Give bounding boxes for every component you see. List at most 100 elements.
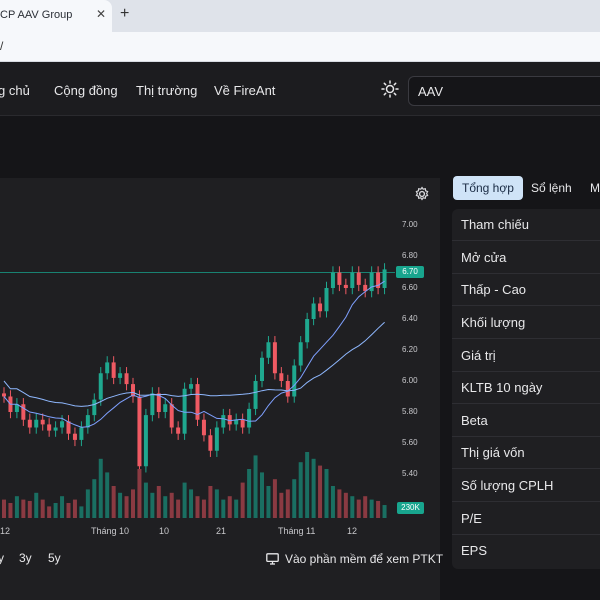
range-5y[interactable]: 5y: [48, 551, 61, 565]
volume-bar: [137, 469, 142, 518]
volume-bar: [350, 496, 355, 518]
stat-row: Khối lượng: [452, 307, 600, 339]
volume-bar: [66, 503, 71, 518]
candle-body: [247, 408, 252, 428]
candle-body: [189, 384, 194, 389]
volume-bar: [124, 496, 129, 518]
candle-body: [169, 404, 174, 428]
search-input[interactable]: AAV: [408, 76, 600, 106]
candle-body: [266, 342, 271, 358]
candle-body: [2, 393, 6, 397]
volume-bar: [382, 505, 387, 518]
volume-bar: [2, 499, 6, 518]
sun-icon[interactable]: [381, 80, 399, 98]
candlestick-chart[interactable]: [0, 178, 440, 518]
stat-label: Giá trị: [461, 348, 496, 363]
volume-bar: [247, 469, 252, 518]
nav-about[interactable]: Về FireAnt: [214, 83, 275, 98]
candle-body: [298, 342, 303, 366]
candle-body: [311, 303, 316, 319]
candle-body: [350, 272, 355, 288]
stat-row: Thị giá vốn: [452, 437, 600, 469]
volume-bar: [40, 499, 45, 518]
candle-body: [240, 419, 245, 428]
candle-body: [318, 303, 323, 312]
volume-bar: [337, 489, 342, 518]
browser-tab[interactable]: CP AAV Group ✕: [0, 0, 112, 32]
volume-bar: [47, 506, 52, 518]
volume-bar: [298, 462, 303, 518]
close-icon[interactable]: ✕: [96, 7, 106, 21]
volume-bar: [105, 472, 110, 518]
range-3y[interactable]: 3y: [19, 551, 32, 565]
volume-bar: [221, 499, 226, 518]
volume-bar: [266, 486, 271, 518]
tab-summary[interactable]: Tổng hợp: [453, 176, 523, 200]
volume-bar: [285, 489, 290, 518]
x-tick: 10: [159, 526, 170, 536]
x-tick: 12: [0, 526, 11, 536]
stat-label: EPS: [461, 543, 488, 558]
candle-body: [260, 357, 264, 381]
candle-body: [292, 365, 297, 397]
volume-bar: [376, 500, 381, 518]
nav-community[interactable]: Cộng đồng: [54, 83, 118, 98]
volume-bar: [8, 503, 13, 518]
candle-body: [285, 381, 290, 397]
tab-order-book[interactable]: Sổ lệnh: [531, 176, 572, 200]
candle-body: [382, 269, 387, 288]
candle-body: [118, 373, 123, 378]
volume-bar: [53, 503, 58, 518]
volume-bar: [234, 499, 239, 518]
candle-body: [221, 415, 226, 428]
tab-more[interactable]: M: [590, 176, 600, 200]
current-price-tag: 6.70: [396, 266, 424, 278]
volume-bar: [240, 482, 245, 518]
nav-home[interactable]: g chủ: [0, 83, 30, 98]
candle-body: [356, 272, 361, 285]
open-ta-software-link[interactable]: Vào phần mềm để xem PTKT: [266, 552, 443, 566]
browser-tab-strip: CP AAV Group ✕ +: [0, 0, 600, 32]
volume-bar: [14, 496, 19, 518]
stat-label: Thấp - Cao: [461, 282, 527, 297]
x-tick: 21: [216, 526, 227, 536]
nav-market[interactable]: Thị trường: [136, 83, 197, 98]
candle-body: [150, 393, 155, 416]
price-tick: 6.00: [402, 376, 418, 385]
plus-icon[interactable]: +: [120, 5, 129, 23]
volume-bar: [195, 496, 200, 518]
monitor-icon: [266, 553, 279, 565]
volume-bar: [85, 489, 90, 518]
range-1y[interactable]: y: [0, 551, 4, 565]
open-ta-label: Vào phần mềm để xem PTKT: [285, 552, 444, 566]
volume-bar: [72, 499, 77, 518]
volume-bar: [131, 489, 135, 518]
stat-label: Thị giá vốn: [461, 445, 525, 460]
stats-panel: Tham chiếu Mở cửa Thấp - Cao Khối lượng …: [452, 209, 600, 569]
stat-label: P/E: [461, 511, 482, 526]
candle-body: [40, 419, 45, 425]
address-bar[interactable]: /: [0, 32, 600, 62]
volume-bar: [260, 472, 264, 518]
candle-body: [47, 424, 52, 431]
volume-bar: [169, 492, 174, 518]
candle-body: [201, 419, 206, 436]
x-tick: Tháng 10: [91, 526, 130, 536]
volume-bar: [182, 482, 187, 518]
volume-bar: [98, 458, 103, 518]
volume-bar: [356, 499, 361, 518]
volume-bar: [111, 486, 116, 518]
price-tick: 5.60: [402, 438, 418, 447]
tab-title: CP AAV Group: [0, 9, 73, 21]
volume-bar: [324, 469, 329, 518]
candle-body: [92, 399, 97, 416]
candle-body: [337, 272, 342, 285]
candle-body: [53, 427, 58, 431]
candle-body: [330, 272, 335, 288]
price-axis: 7.00 6.80 6.60 6.40 6.20 6.00 5.80 5.60 …: [396, 178, 436, 508]
volume-bar: [292, 479, 297, 518]
volume-bar: [92, 479, 97, 518]
candle-body: [176, 427, 181, 434]
price-tick: 5.40: [402, 469, 418, 478]
volume-bar: [150, 492, 155, 518]
